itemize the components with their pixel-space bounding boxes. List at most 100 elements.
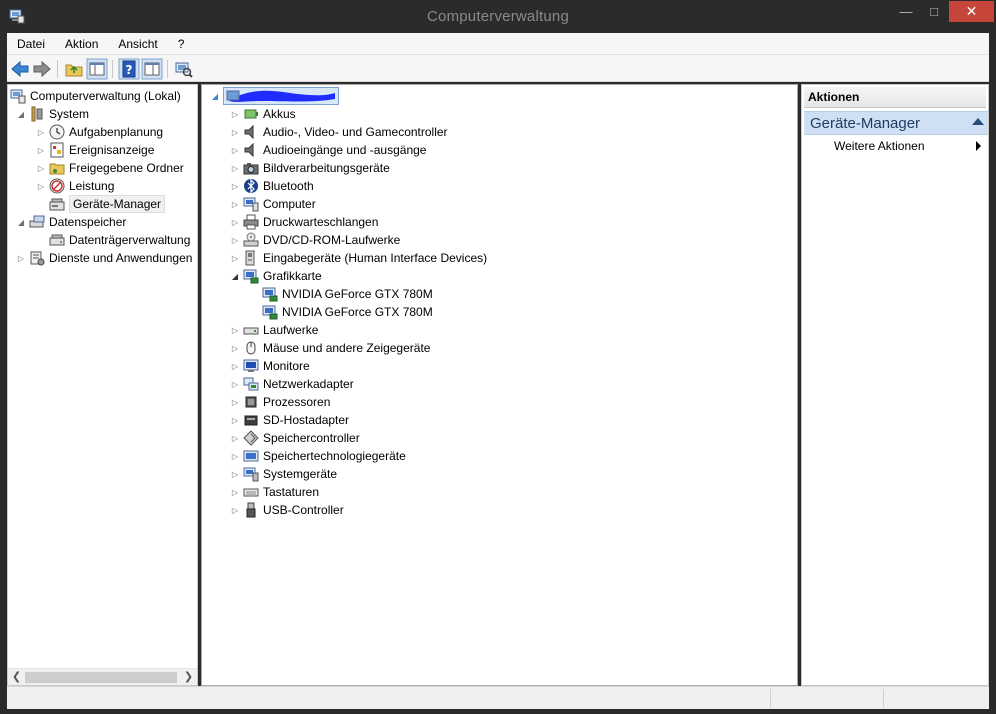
collapse-arrow-icon[interactable]: ◢ bbox=[16, 217, 26, 227]
device-category-sd-hostadapter[interactable]: ▷ SD-Hostadapter bbox=[230, 411, 349, 429]
tree-item-leistung[interactable]: ▷ Leistung bbox=[36, 177, 114, 195]
scrollbar-thumb[interactable] bbox=[25, 672, 177, 683]
expand-arrow-icon[interactable]: ▷ bbox=[230, 361, 240, 371]
device-category-laufwerke[interactable]: ▷ Laufwerke bbox=[230, 321, 318, 339]
horizontal-scrollbar[interactable]: ❮ ❯ bbox=[8, 668, 197, 685]
expand-arrow-icon[interactable]: ▷ bbox=[230, 325, 240, 335]
back-icon[interactable] bbox=[9, 58, 31, 80]
actions-section-geraete-manager[interactable]: Geräte-Manager bbox=[804, 111, 988, 135]
device-category-audio-video-und-gamecontroller[interactable]: ▷ Audio-, Video- und Gamecontroller bbox=[230, 123, 448, 141]
forward-icon[interactable] bbox=[31, 58, 53, 80]
menu-datei[interactable]: Datei bbox=[7, 34, 55, 54]
device-category-monitore[interactable]: ▷ Monitore bbox=[230, 357, 310, 375]
device-category-bluetooth[interactable]: ▷ Bluetooth bbox=[230, 177, 314, 195]
tree-item-ereignisanzeige[interactable]: ▷ Ereignisanzeige bbox=[36, 141, 154, 159]
expand-arrow-icon[interactable]: ▷ bbox=[230, 397, 240, 407]
properties-icon[interactable] bbox=[141, 58, 163, 80]
device-gpu-item[interactable]: NVIDIA GeForce GTX 780M bbox=[262, 285, 433, 303]
tree-item-aufgabenplanung[interactable]: ▷ Aufgabenplanung bbox=[36, 123, 163, 141]
device-category-bildverarbeitungsgeräte[interactable]: ▷ Bildverarbeitungsgeräte bbox=[230, 159, 390, 177]
expand-arrow-icon[interactable]: ▷ bbox=[36, 181, 46, 191]
expand-arrow-icon[interactable]: ▷ bbox=[230, 199, 240, 209]
device-category-mäuse-und-andere-zeigegeräte[interactable]: ▷ Mäuse und andere Zeigegeräte bbox=[230, 339, 431, 357]
tree-item-freigegebene-ordner[interactable]: ▷ Freigegebene Ordner bbox=[36, 159, 184, 177]
device-category-audioeingänge-und-ausgänge[interactable]: ▷ Audioeingänge und -ausgänge bbox=[230, 141, 426, 159]
device-category-usb-controller[interactable]: ▷ USB-Controller bbox=[230, 501, 344, 519]
scroll-right-icon[interactable]: ❯ bbox=[182, 671, 195, 684]
scroll-left-icon[interactable]: ❮ bbox=[10, 671, 23, 684]
device-category-systemgeräte[interactable]: ▷ Systemgeräte bbox=[230, 465, 337, 483]
tree-item-root[interactable]: Computerverwaltung (Lokal) bbox=[10, 87, 181, 105]
device-tree-pane: ◢ ▷ Akkus ▷ Audio-, Video- und Gamecontroll… bbox=[201, 84, 798, 686]
minimize-button[interactable]: — bbox=[892, 1, 920, 22]
scan-hardware-icon[interactable] bbox=[172, 58, 194, 80]
device-category-druckwarteschlangen[interactable]: ▷ Druckwarteschlangen bbox=[230, 213, 378, 231]
device-category-label: Computer bbox=[263, 197, 316, 211]
device-gpu-item[interactable]: NVIDIA GeForce GTX 780M bbox=[262, 303, 433, 321]
tree-item-system[interactable]: ◢ System bbox=[16, 105, 89, 123]
expand-arrow-icon[interactable]: ▷ bbox=[230, 163, 240, 173]
speaker-icon bbox=[244, 124, 254, 140]
console-tree-pane: Computerverwaltung (Lokal) ◢ System ▷ Au… bbox=[7, 84, 198, 686]
expand-arrow-icon[interactable]: ▷ bbox=[230, 127, 240, 137]
expand-arrow-icon[interactable]: ▷ bbox=[230, 505, 240, 515]
device-category-netzwerkadapter[interactable]: ▷ Netzwerkadapter bbox=[230, 375, 354, 393]
device-category-tastaturen[interactable]: ▷ Tastaturen bbox=[230, 483, 319, 501]
optical-drive-icon bbox=[243, 232, 259, 247]
device-category-akkus[interactable]: ▷ Akkus bbox=[230, 105, 296, 123]
device-category-label: Mäuse und andere Zeigegeräte bbox=[263, 341, 431, 355]
expand-arrow-icon[interactable]: ▷ bbox=[230, 145, 240, 155]
actions-pane: Aktionen Geräte-Manager Weitere Aktionen bbox=[801, 84, 989, 686]
expand-arrow-icon[interactable]: ▷ bbox=[16, 253, 26, 263]
close-button[interactable]: ✕ bbox=[949, 1, 994, 22]
expand-arrow-icon[interactable]: ▷ bbox=[230, 181, 240, 191]
menu-bar: Datei Aktion Ansicht ? bbox=[7, 33, 989, 55]
device-category-eingabegeräte-human-interface-devices[interactable]: ▷ Eingabegeräte (Human Interface Devices) bbox=[230, 249, 487, 267]
expand-arrow-icon[interactable]: ▷ bbox=[230, 469, 240, 479]
device-category-dvd-cd-rom-laufwerke[interactable]: ▷ DVD/CD-ROM-Laufwerke bbox=[230, 231, 400, 249]
device-category-label: Tastaturen bbox=[263, 485, 320, 499]
device-tree-root[interactable]: ◢ bbox=[210, 87, 339, 105]
system-tools-icon bbox=[31, 106, 43, 122]
expand-arrow-icon[interactable]: ▷ bbox=[230, 433, 240, 443]
up-folder-icon[interactable] bbox=[63, 58, 85, 80]
expand-arrow-icon[interactable]: ▷ bbox=[230, 379, 240, 389]
expand-arrow-icon[interactable]: ▷ bbox=[230, 415, 240, 425]
tree-item-dienste[interactable]: ▷ Dienste und Anwendungen bbox=[16, 249, 192, 267]
expand-arrow-icon[interactable]: ▷ bbox=[36, 127, 46, 137]
disk-drive-icon bbox=[243, 327, 259, 335]
expand-arrow-icon[interactable]: ▷ bbox=[230, 487, 240, 497]
device-category-computer[interactable]: ▷ Computer bbox=[230, 195, 316, 213]
expand-arrow-icon[interactable]: ▷ bbox=[230, 253, 240, 263]
tree-item-datenspeicher[interactable]: ◢ Datenspeicher bbox=[16, 213, 126, 231]
help-icon[interactable]: ? bbox=[118, 58, 140, 80]
show-hide-tree-icon[interactable] bbox=[86, 58, 108, 80]
tree-item-geraete-manager[interactable]: Geräte-Manager bbox=[49, 195, 166, 213]
menu-aktion[interactable]: Aktion bbox=[55, 34, 108, 54]
more-actions-link[interactable]: Weitere Aktionen bbox=[834, 139, 925, 153]
device-category-label: Speichertechnologiegeräte bbox=[263, 449, 406, 463]
device-category-speichertechnologiegeräte[interactable]: ▷ Speichertechnologiegeräte bbox=[230, 447, 406, 465]
device-category-prozessoren[interactable]: ▷ Prozessoren bbox=[230, 393, 330, 411]
tree-item-datentraegerverwaltung[interactable]: Datenträgerverwaltung bbox=[49, 231, 190, 249]
expand-arrow-icon[interactable]: ▷ bbox=[230, 109, 240, 119]
status-divider bbox=[770, 689, 771, 708]
expand-arrow-icon[interactable]: ▷ bbox=[230, 235, 240, 245]
collapse-arrow-icon[interactable]: ◢ bbox=[210, 91, 220, 101]
maximize-button[interactable]: □ bbox=[920, 1, 948, 22]
menu-ansicht[interactable]: Ansicht bbox=[108, 34, 167, 54]
menu-help[interactable]: ? bbox=[168, 34, 195, 54]
submenu-arrow-icon[interactable] bbox=[976, 141, 981, 151]
device-category-speichercontroller[interactable]: ▷ Speichercontroller bbox=[230, 429, 360, 447]
collapse-arrow-icon[interactable]: ◢ bbox=[230, 271, 240, 281]
expand-arrow-icon[interactable]: ▷ bbox=[36, 145, 46, 155]
collapse-up-icon[interactable] bbox=[972, 118, 984, 125]
collapse-arrow-icon[interactable]: ◢ bbox=[16, 109, 26, 119]
device-category-grafikkarte[interactable]: ◢ Grafikkarte bbox=[230, 267, 322, 285]
expand-arrow-icon[interactable]: ▷ bbox=[230, 451, 240, 461]
expand-arrow-icon[interactable]: ▷ bbox=[230, 343, 240, 353]
expand-arrow-icon[interactable]: ▷ bbox=[36, 163, 46, 173]
clock-icon bbox=[49, 124, 65, 140]
expand-arrow-icon[interactable]: ▷ bbox=[230, 217, 240, 227]
device-category-label: Systemgeräte bbox=[263, 467, 338, 481]
